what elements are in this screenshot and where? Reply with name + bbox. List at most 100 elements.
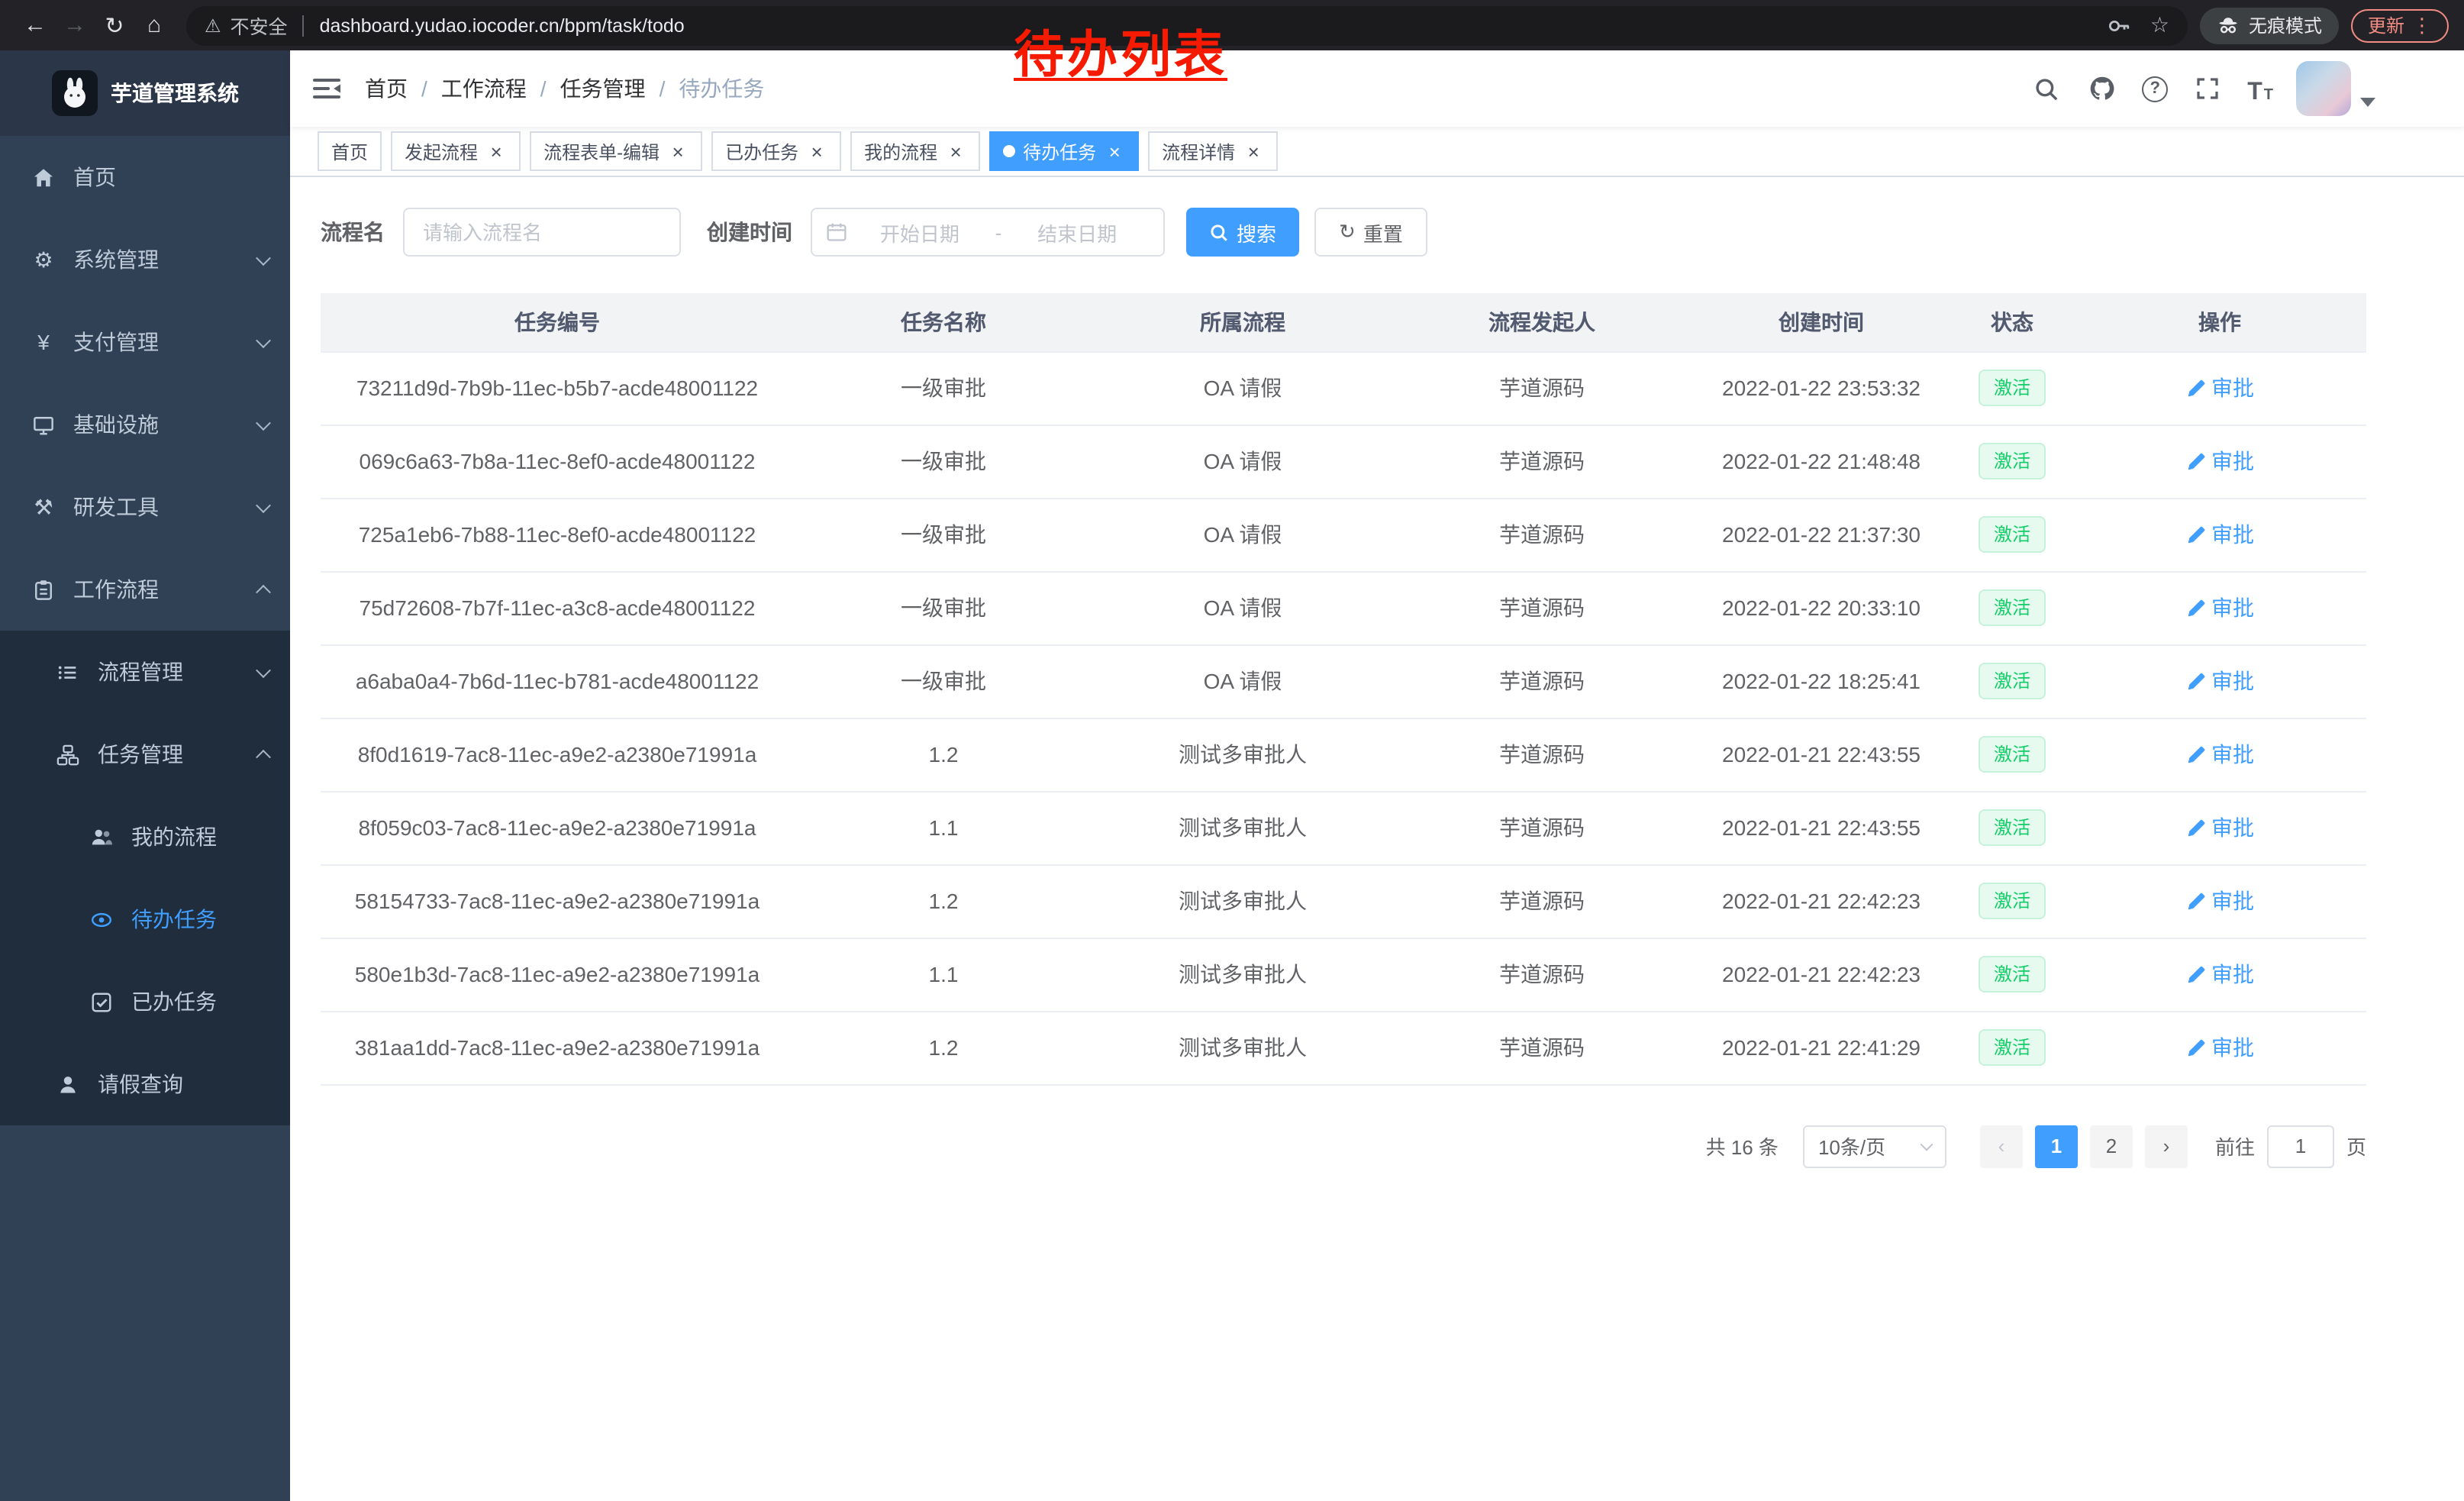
cell-task-id: a6aba0a4-7b6d-11ec-b781-acde48001122: [321, 644, 794, 718]
tab-done-tasks[interactable]: 已办任务 ×: [711, 131, 841, 171]
approve-link[interactable]: 审批: [2185, 886, 2254, 916]
cell-created: 2022-01-21 22:43:55: [1692, 791, 1951, 864]
sidebar-item-task-mgmt[interactable]: 任务管理: [0, 713, 290, 796]
close-icon[interactable]: ×: [806, 140, 827, 162]
sidebar-item-payment[interactable]: ¥ 支付管理: [0, 301, 290, 383]
cell-starter: 芋道源码: [1392, 424, 1692, 498]
cell-action: 审批: [2073, 644, 2366, 718]
approve-link[interactable]: 审批: [2185, 959, 2254, 989]
sidebar-item-todo-tasks[interactable]: 待办任务: [0, 878, 290, 960]
incognito-badge: 无痕模式: [2200, 7, 2339, 44]
cell-created: 2022-01-21 22:42:23: [1692, 938, 1951, 1011]
sidebar-item-dev-tools[interactable]: ⚒ 研发工具: [0, 466, 290, 548]
approve-link[interactable]: 审批: [2185, 373, 2254, 403]
cell-task-name: 1.2: [794, 1011, 1093, 1084]
cell-created: 2022-01-22 18:25:41: [1692, 644, 1951, 718]
sidebar-item-workflow[interactable]: 工作流程: [0, 548, 290, 631]
incognito-label: 无痕模式: [2249, 12, 2322, 38]
approve-link[interactable]: 审批: [2185, 1032, 2254, 1063]
close-icon[interactable]: ×: [667, 140, 689, 162]
table-row: 069c6a63-7b8a-11ec-8ef0-acde48001122 一级审…: [321, 424, 2366, 498]
status-badge: 激活: [1979, 736, 2046, 773]
page-size-select[interactable]: 10条/页: [1803, 1125, 1946, 1167]
approve-link[interactable]: 审批: [2185, 592, 2254, 623]
cell-task-name: 一级审批: [794, 644, 1093, 718]
sidebar-item-done-tasks[interactable]: 已办任务: [0, 960, 290, 1043]
cell-task-id: 8f0d1619-7ac8-11ec-a9e2-a2380e71991a: [321, 718, 794, 791]
breadcrumb-item-task-mgmt[interactable]: 任务管理: [560, 73, 646, 104]
avatar[interactable]: [2296, 61, 2351, 116]
tab-todo-tasks[interactable]: 待办任务 ×: [989, 131, 1139, 171]
approve-link[interactable]: 审批: [2185, 739, 2254, 770]
sidebar-item-home[interactable]: 首页: [0, 136, 290, 218]
cell-starter: 芋道源码: [1392, 351, 1692, 424]
workflow-submenu: 流程管理 任务管理: [0, 631, 290, 1125]
breadcrumb-item-home[interactable]: 首页: [365, 73, 408, 104]
close-icon[interactable]: ×: [485, 140, 507, 162]
reset-button[interactable]: ↻ 重置: [1314, 208, 1427, 257]
cell-task-id: 58154733-7ac8-11ec-a9e2-a2380e71991a: [321, 864, 794, 938]
update-button[interactable]: 更新 ⋮: [2351, 8, 2449, 42]
browser-menu-icon[interactable]: ⋮: [2412, 13, 2432, 37]
cell-task-name: 1.2: [794, 864, 1093, 938]
date-range-picker[interactable]: 开始日期 - 结束日期: [811, 208, 1165, 257]
close-icon[interactable]: ×: [1104, 140, 1125, 162]
approve-link[interactable]: 审批: [2185, 446, 2254, 476]
sidebar: 芋道管理系统 首页 ⚙ 系统管理 ¥ 支付管理: [0, 50, 290, 1501]
bookmark-star-icon[interactable]: ☆: [2150, 12, 2169, 38]
cell-action: 审批: [2073, 1011, 2366, 1084]
approve-link[interactable]: 审批: [2185, 812, 2254, 843]
process-name-input[interactable]: [403, 208, 681, 257]
sidebar-item-my-process[interactable]: 我的流程: [0, 796, 290, 878]
breadcrumb-item-workflow[interactable]: 工作流程: [441, 73, 527, 104]
table-row: 73211d9d-7b9b-11ec-b5b7-acde48001122 一级审…: [321, 351, 2366, 424]
edit-icon: [2185, 744, 2205, 764]
tools-icon: ⚒: [31, 494, 56, 520]
sidebar-item-system[interactable]: ⚙ 系统管理: [0, 218, 290, 301]
status-badge: 激活: [1979, 883, 2046, 919]
close-icon[interactable]: ×: [1243, 140, 1264, 162]
app-logo[interactable]: 芋道管理系统: [0, 50, 290, 136]
search-button[interactable]: 搜索: [1186, 208, 1299, 257]
tab-my-process[interactable]: 我的流程 ×: [850, 131, 980, 171]
approve-link[interactable]: 审批: [2185, 519, 2254, 550]
cell-created: 2022-01-22 21:48:48: [1692, 424, 1951, 498]
user-menu[interactable]: [2296, 61, 2375, 116]
page-2-button[interactable]: 2: [2090, 1125, 2133, 1167]
close-icon[interactable]: ×: [945, 140, 966, 162]
check-square-icon: [89, 990, 114, 1013]
prev-page-button[interactable]: ‹: [1980, 1125, 2023, 1167]
cell-task-name: 1.2: [794, 718, 1093, 791]
search-icon[interactable]: [2029, 72, 2062, 105]
reload-icon[interactable]: ↻: [95, 5, 134, 45]
page-1-button[interactable]: 1: [2035, 1125, 2078, 1167]
sidebar-toggle-icon[interactable]: [313, 76, 340, 101]
font-size-icon[interactable]: TT: [2247, 72, 2273, 105]
github-icon[interactable]: [2085, 72, 2119, 105]
forward-icon[interactable]: →: [55, 5, 95, 45]
pagination: 共 16 条 10条/页 ‹ 1 2 › 前往 页: [321, 1125, 2366, 1204]
cell-task-name: 1.1: [794, 791, 1093, 864]
col-actions: 操作: [2073, 293, 2366, 351]
update-label: 更新: [2368, 12, 2404, 38]
sidebar-item-leave-query[interactable]: 请假查询: [0, 1043, 290, 1125]
cell-created: 2022-01-21 22:43:55: [1692, 718, 1951, 791]
next-page-button[interactable]: ›: [2145, 1125, 2188, 1167]
question-icon[interactable]: ?: [2142, 76, 2168, 102]
back-icon[interactable]: ←: [15, 5, 55, 45]
cell-task-id: 725a1eb6-7b88-11ec-8ef0-acde48001122: [321, 498, 794, 571]
tab-home[interactable]: 首页: [318, 131, 382, 171]
tab-process-form-edit[interactable]: 流程表单-编辑 ×: [530, 131, 702, 171]
fullscreen-icon[interactable]: [2191, 72, 2224, 105]
col-task-name: 任务名称: [794, 293, 1093, 351]
status-badge: 激活: [1979, 516, 2046, 553]
tab-process-detail[interactable]: 流程详情 ×: [1148, 131, 1278, 171]
sidebar-item-process-mgmt[interactable]: 流程管理: [0, 631, 290, 713]
approve-link[interactable]: 审批: [2185, 666, 2254, 696]
password-key-icon[interactable]: [2108, 13, 2132, 37]
sidebar-item-infra[interactable]: 基础设施: [0, 383, 290, 466]
tab-start-process[interactable]: 发起流程 ×: [391, 131, 521, 171]
cell-task-id: 381aa1dd-7ac8-11ec-a9e2-a2380e71991a: [321, 1011, 794, 1084]
goto-page-input[interactable]: [2267, 1125, 2334, 1167]
browser-home-icon[interactable]: ⌂: [134, 5, 174, 45]
